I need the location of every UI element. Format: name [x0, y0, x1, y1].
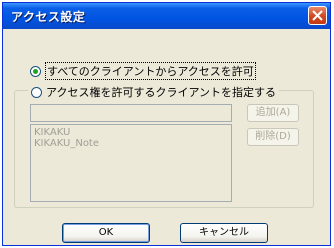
client-name-input[interactable] [30, 104, 232, 122]
radio-all-clients[interactable]: すべてのクライアントからアクセスを許可 [30, 62, 256, 80]
radio-button-all-clients[interactable] [30, 65, 41, 77]
radio-button-specified-clients[interactable] [31, 86, 42, 98]
close-button[interactable] [308, 6, 327, 25]
radio-label-all-clients[interactable]: すべてのクライアントからアクセスを許可 [45, 62, 256, 80]
delete-button[interactable]: 削除(D) [247, 128, 299, 146]
dialog-title: アクセス設定 [11, 10, 86, 24]
ok-button[interactable]: OK [62, 223, 150, 243]
cancel-button[interactable]: キャンセル [180, 223, 268, 243]
radio-specified-clients[interactable]: アクセス権を許可するクライアントを指定する [28, 84, 280, 100]
client-listbox[interactable]: KIKAKU KIKAKU_Note [30, 124, 232, 202]
add-button[interactable]: 追加(A) [247, 104, 299, 122]
radio-label-specified-clients[interactable]: アクセス権を許可するクライアントを指定する [46, 84, 276, 100]
title-bar[interactable]: アクセス設定 [3, 3, 330, 29]
list-item[interactable]: KIKAKU [34, 127, 228, 138]
list-item[interactable]: KIKAKU_Note [34, 138, 228, 149]
close-icon [312, 10, 323, 21]
